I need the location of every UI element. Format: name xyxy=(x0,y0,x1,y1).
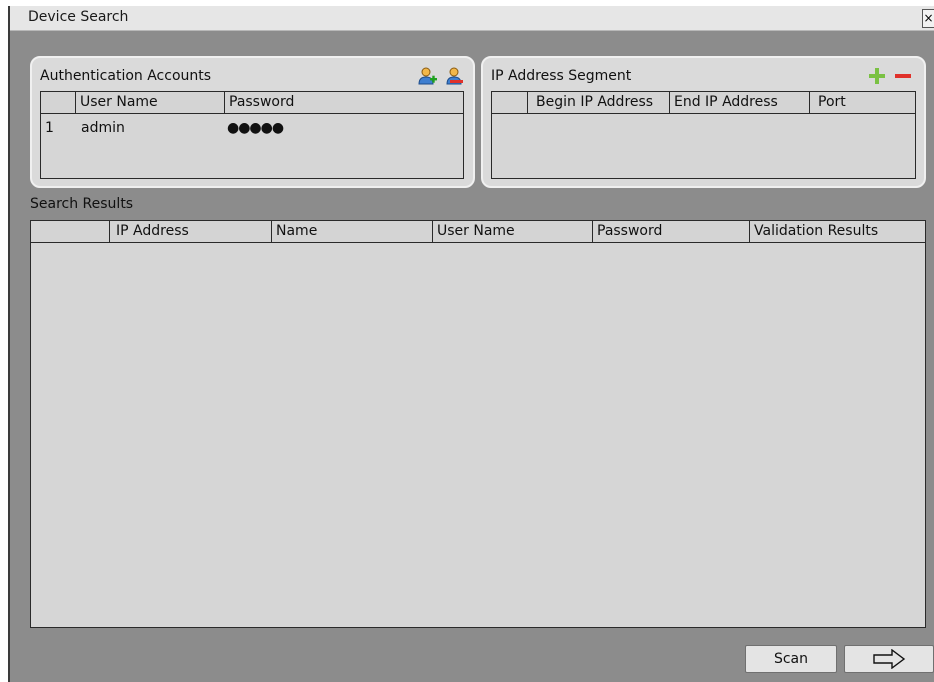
remove-user-icon[interactable] xyxy=(445,66,465,86)
search-results-table[interactable]: IP Address Name User Name Password Valid… xyxy=(30,220,926,628)
ip-col-port[interactable]: Port xyxy=(809,92,915,113)
row-username: admin xyxy=(81,120,125,136)
ip-col-end[interactable]: End IP Address xyxy=(669,92,809,113)
results-col-ip[interactable]: IP Address xyxy=(109,221,271,242)
table-row[interactable]: 1 admin ●●●●● xyxy=(41,117,463,139)
results-col-username[interactable]: User Name xyxy=(432,221,592,242)
ip-col-begin[interactable]: Begin IP Address xyxy=(527,92,669,113)
results-col-password[interactable]: Password xyxy=(592,221,749,242)
ip-segment-panel: IP Address Segment Begin IP Address End … xyxy=(481,56,926,188)
results-col-name[interactable]: Name xyxy=(271,221,432,242)
close-button[interactable]: × xyxy=(922,9,934,28)
results-col-index xyxy=(31,221,109,242)
row-index: 1 xyxy=(45,120,54,136)
ip-segment-title: IP Address Segment xyxy=(491,68,632,84)
ip-segment-table: Begin IP Address End IP Address Port xyxy=(491,91,916,179)
auth-accounts-header: User Name Password xyxy=(41,92,463,114)
auth-accounts-panel: Authentication Accounts User Name Passwo… xyxy=(30,56,475,188)
minus-icon[interactable] xyxy=(893,66,913,86)
search-results-header: IP Address Name User Name Password Valid… xyxy=(31,221,925,243)
arrow-right-icon xyxy=(872,648,906,678)
device-search-window: Device Search × Authentication Accounts xyxy=(8,6,934,682)
auth-accounts-title: Authentication Accounts xyxy=(40,68,212,84)
auth-col-index xyxy=(41,92,75,113)
row-password: ●●●●● xyxy=(227,120,284,136)
search-results-label: Search Results xyxy=(30,196,134,212)
scan-button[interactable]: Scan xyxy=(745,645,837,673)
next-button[interactable] xyxy=(844,645,934,673)
plus-icon[interactable] xyxy=(867,66,887,86)
auth-col-password[interactable]: Password xyxy=(224,92,463,113)
auth-col-username[interactable]: User Name xyxy=(75,92,224,113)
auth-accounts-table: User Name Password 1 admin ●●●●● xyxy=(40,91,464,179)
window-title: Device Search xyxy=(28,9,129,25)
title-bar: Device Search × xyxy=(10,6,934,31)
ip-col-index xyxy=(492,92,527,113)
ip-segment-header: Begin IP Address End IP Address Port xyxy=(492,92,915,114)
results-col-validation[interactable]: Validation Results xyxy=(749,221,925,242)
add-user-icon[interactable] xyxy=(418,66,438,86)
